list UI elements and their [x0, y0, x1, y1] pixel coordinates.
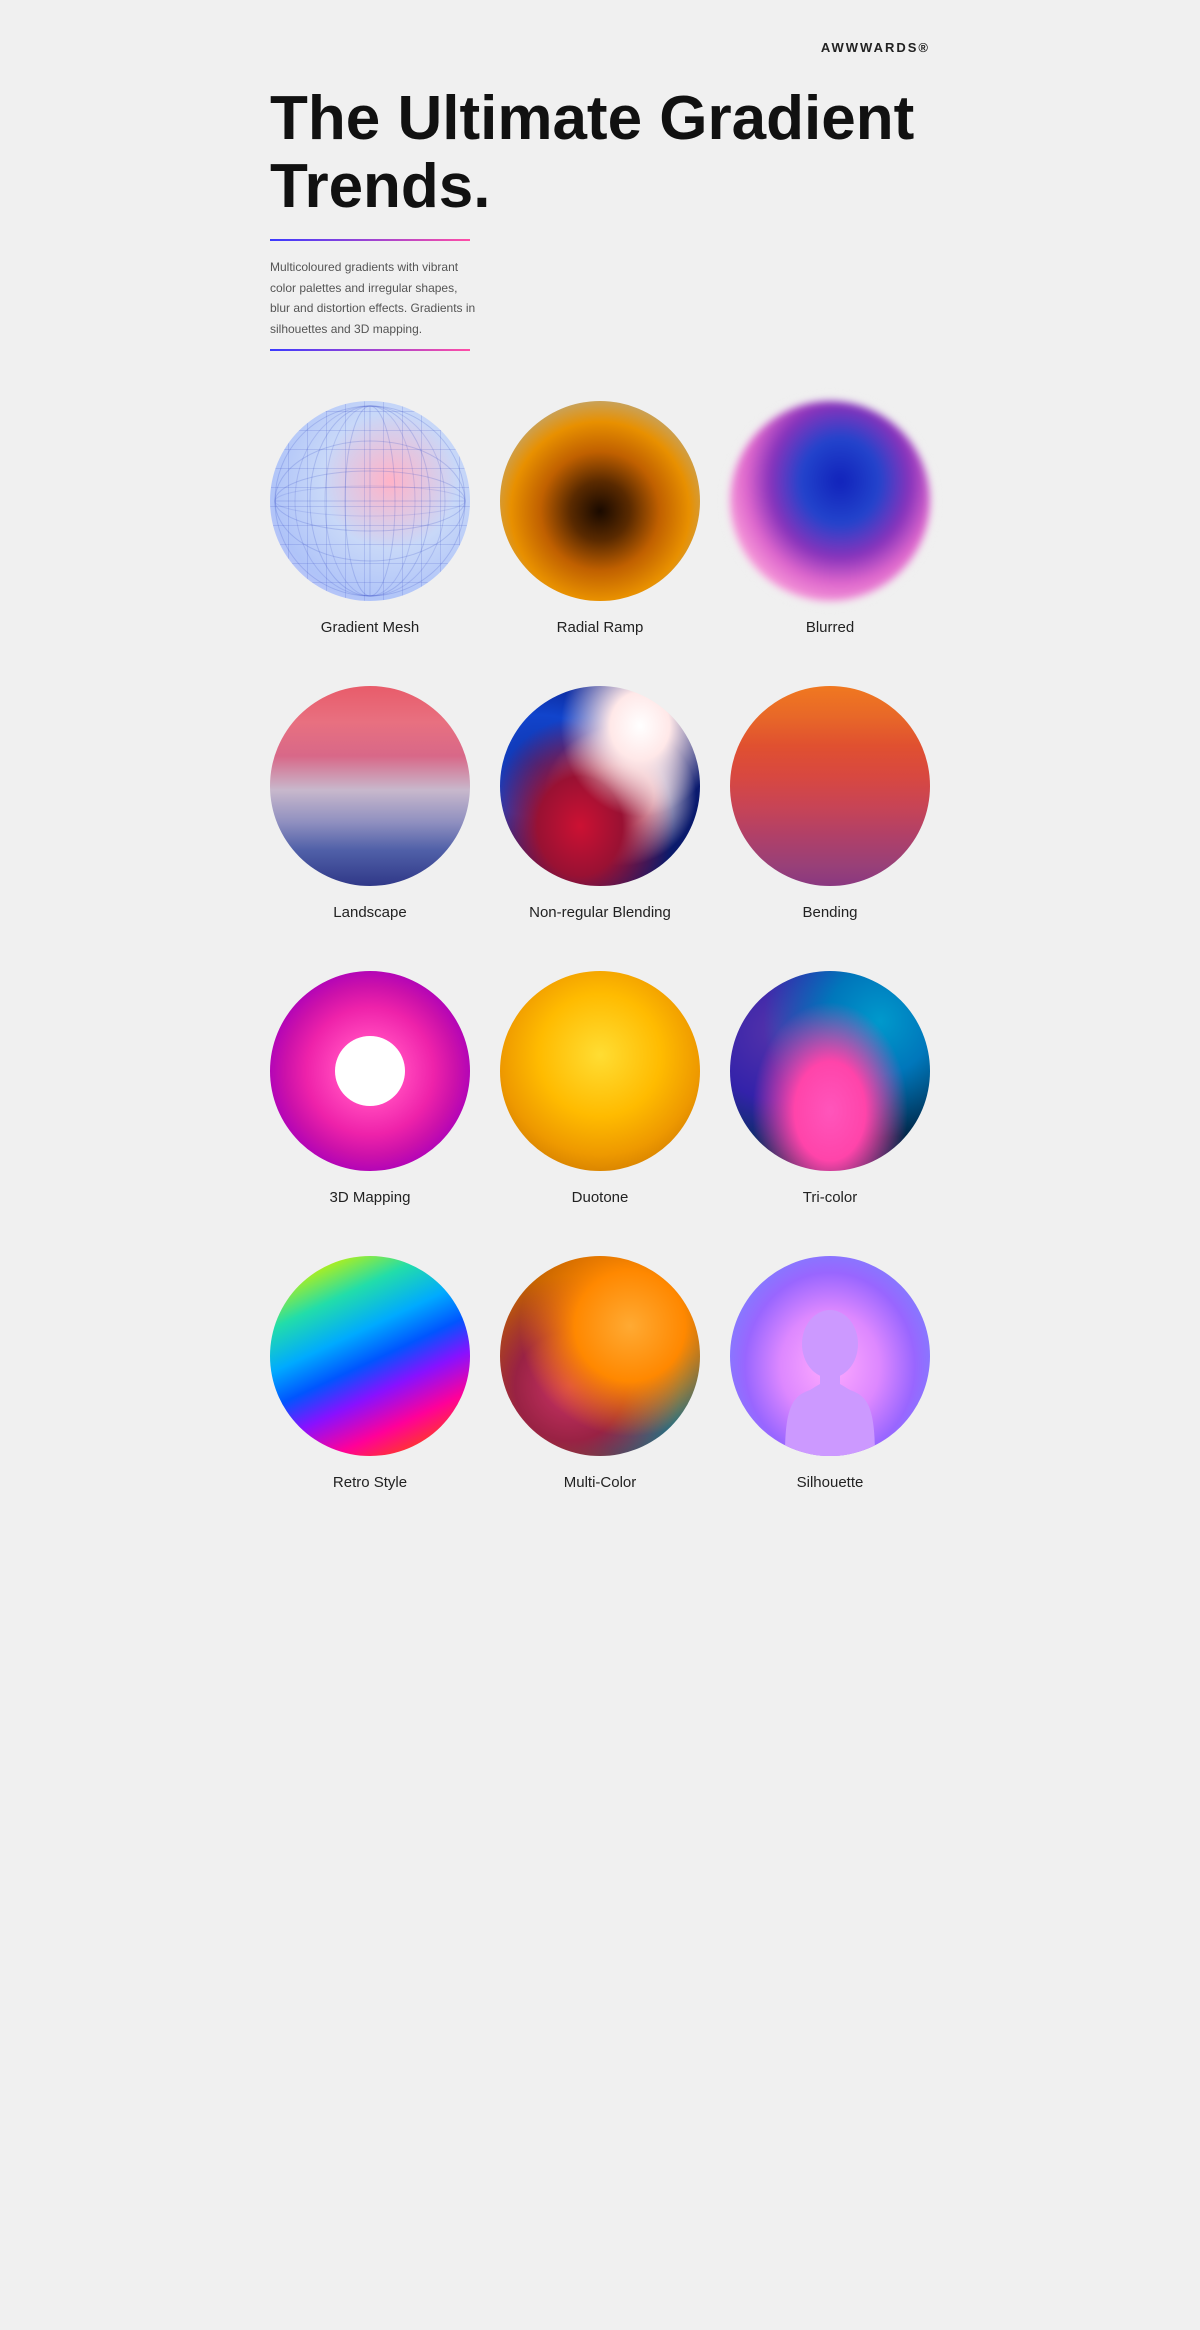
item-bending: Bending [730, 686, 930, 921]
gradient-mesh-label: Gradient Mesh [321, 619, 419, 636]
item-gradient-mesh: Gradient Mesh [270, 401, 470, 636]
subtitle-text: Multicoloured gradients with vibrant col… [270, 257, 480, 339]
retro-style-label: Retro Style [333, 1474, 407, 1491]
non-regular-label: Non-regular Blending [529, 904, 671, 921]
gradient-grid: Gradient Mesh Radial Ramp Blurred Landsc… [270, 401, 930, 1491]
duotone-label: Duotone [572, 1189, 629, 1206]
3d-mapping-circle [270, 971, 470, 1171]
blurred-circle [730, 401, 930, 601]
radial-ramp-label: Radial Ramp [557, 619, 644, 636]
item-retro-style: Retro Style [270, 1256, 470, 1491]
tri-color-circle [730, 971, 930, 1171]
radial-ramp-circle [500, 401, 700, 601]
landscape-circle [270, 686, 470, 886]
divider-top [270, 239, 470, 241]
duotone-circle [500, 971, 700, 1171]
non-regular-circle [500, 686, 700, 886]
landscape-label: Landscape [333, 904, 406, 921]
item-radial-ramp: Radial Ramp [500, 401, 700, 636]
retro-style-circle [270, 1256, 470, 1456]
bending-circle [730, 686, 930, 886]
3d-mapping-label: 3D Mapping [330, 1189, 411, 1206]
silhouette-circle [730, 1256, 930, 1456]
item-blurred: Blurred [730, 401, 930, 636]
item-landscape: Landscape [270, 686, 470, 921]
brand-logo: AWWWARDS® [270, 40, 930, 55]
item-tri-color: Tri-color [730, 971, 930, 1206]
bending-label: Bending [802, 904, 857, 921]
item-non-regular: Non-regular Blending [500, 686, 700, 921]
item-multi-color: Multi-Color [500, 1256, 700, 1491]
item-duotone: Duotone [500, 971, 700, 1206]
multi-color-circle [500, 1256, 700, 1456]
blurred-label: Blurred [806, 619, 854, 636]
gradient-mesh-circle [270, 401, 470, 601]
page-title: The Ultimate Gradient Trends. [270, 85, 930, 221]
multi-color-label: Multi-Color [564, 1474, 637, 1491]
silhouette-label: Silhouette [797, 1474, 864, 1491]
divider-bottom [270, 349, 470, 351]
brand-header: AWWWARDS® [270, 40, 930, 55]
item-3d-mapping: 3D Mapping [270, 971, 470, 1206]
tri-color-label: Tri-color [803, 1189, 857, 1206]
item-silhouette: Silhouette [730, 1256, 930, 1491]
